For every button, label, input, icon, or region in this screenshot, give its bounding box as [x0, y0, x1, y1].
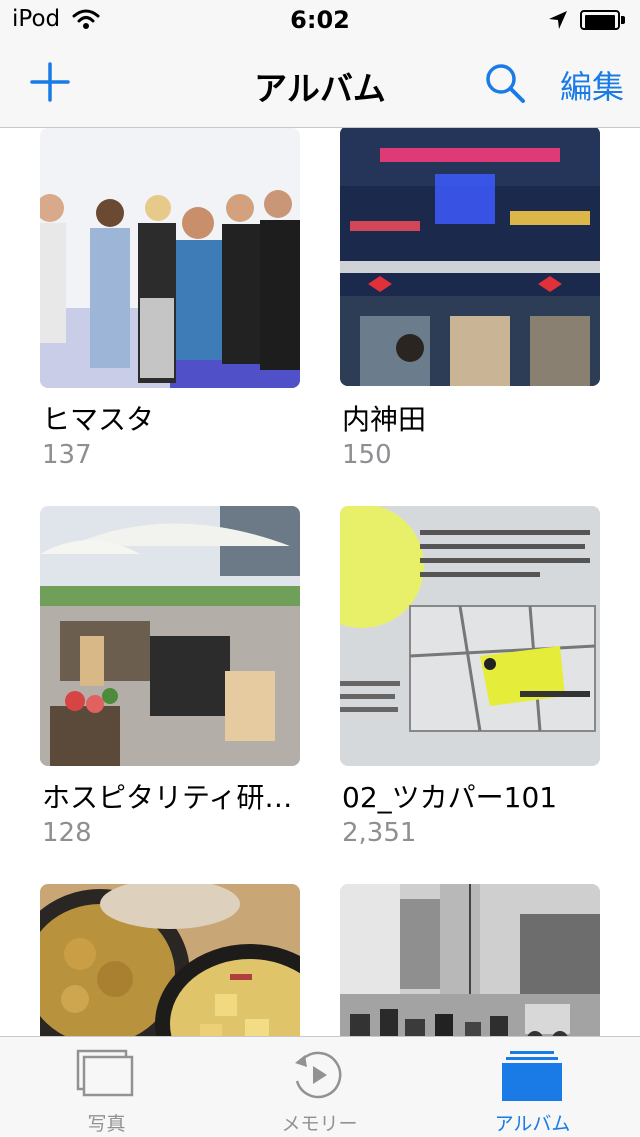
album-count: 150: [342, 440, 392, 470]
page-title: アルバム: [254, 69, 386, 108]
memories-icon: [295, 1051, 342, 1099]
album-thumbnail[interactable]: [340, 506, 600, 766]
photos-icon: [76, 1049, 134, 1097]
tab-label: アルバム: [494, 1113, 571, 1135]
status-bar: iPod 6:02: [0, 0, 640, 40]
album-count: 128: [42, 818, 92, 848]
tab-memories[interactable]: メモリー: [213, 1037, 426, 1137]
album-thumbnail[interactable]: [40, 506, 300, 766]
album-thumbnail[interactable]: [40, 128, 300, 388]
album-count: 137: [42, 440, 92, 470]
album-title: ホスピタリティ研…: [42, 781, 293, 814]
tab-bar: 写真 メモリー アルバム: [0, 1036, 640, 1136]
album-grid: ヒマスタ 137 内神田 150 ホスピタリティ研… 128 02_ツカパー10…: [0, 128, 640, 1036]
album-title: 02_ツカパー101: [342, 781, 558, 814]
tab-label: 写真: [87, 1113, 126, 1135]
album-thumbnail[interactable]: [340, 128, 600, 386]
album-thumbnail[interactable]: [340, 884, 600, 1036]
location-arrow-icon: [549, 11, 567, 29]
status-time: 6:02: [290, 6, 350, 34]
tab-albums[interactable]: アルバム: [426, 1037, 639, 1137]
edit-button[interactable]: 編集: [560, 62, 624, 108]
album-title: 内神田: [342, 403, 427, 436]
battery-icon: [580, 10, 628, 32]
album-title: ヒマスタ: [42, 403, 155, 436]
album-thumbnail[interactable]: [40, 884, 300, 1036]
tab-photos[interactable]: 写真: [0, 1037, 213, 1137]
tab-label: メモリー: [281, 1113, 358, 1135]
navigation-bar: アルバム 編集: [0, 40, 640, 128]
album-count: 2,351: [342, 818, 417, 848]
albums-icon: [502, 1051, 562, 1101]
search-icon[interactable]: [484, 62, 526, 104]
